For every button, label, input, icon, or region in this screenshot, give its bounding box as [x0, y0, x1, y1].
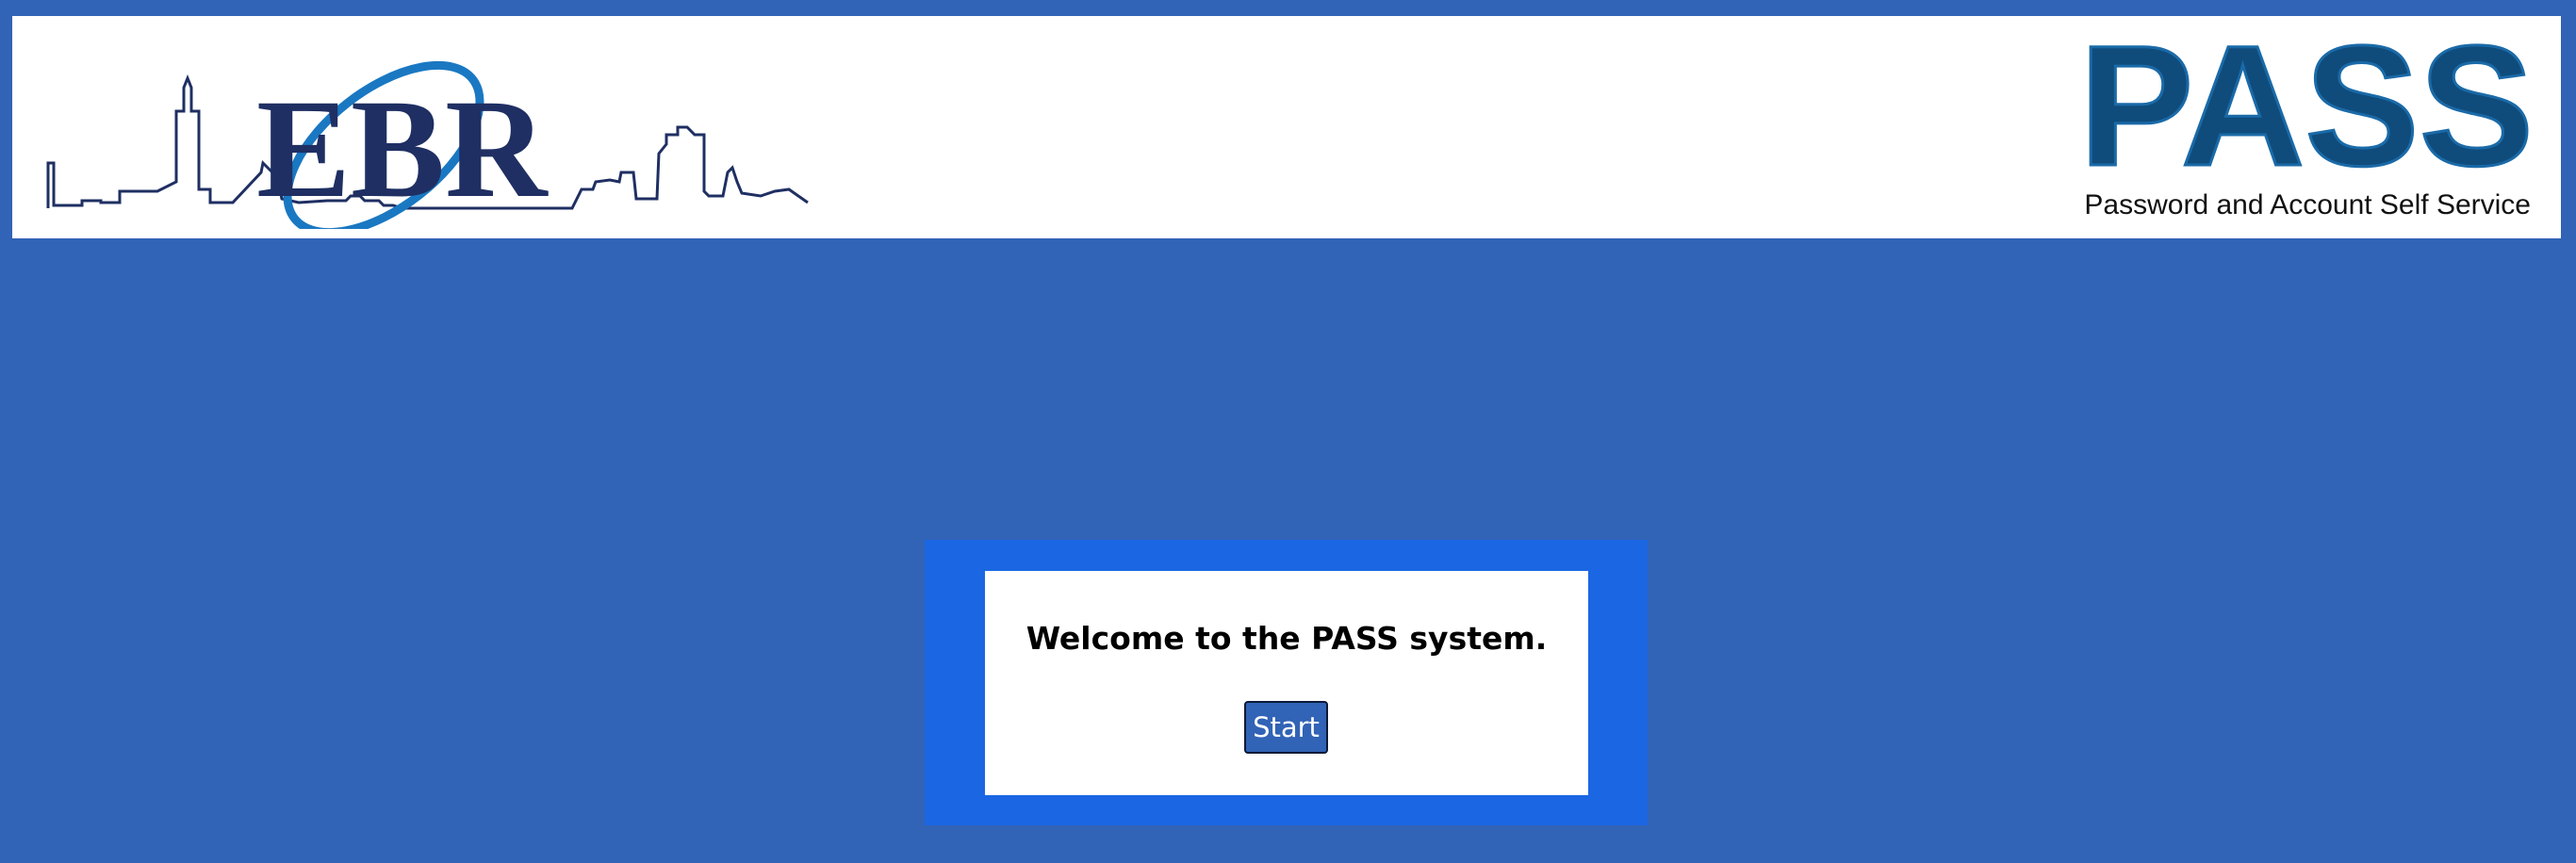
start-button[interactable]: Start: [1244, 701, 1328, 754]
welcome-message: Welcome to the PASS system.: [1025, 620, 1548, 657]
ebr-logo-text: EBR: [256, 71, 549, 227]
welcome-card: Welcome to the PASS system. Start: [985, 571, 1588, 795]
welcome-panel: Welcome to the PASS system. Start: [925, 540, 1648, 825]
pass-logo: PASS: [2080, 33, 2533, 174]
pass-tagline: Password and Account Self Service: [2084, 189, 2531, 220]
ebr-logo: EBR: [46, 60, 809, 229]
page-header: EBR PASS Password and Account Self Servi…: [12, 16, 2561, 238]
pass-logo-text: PASS: [2080, 33, 2533, 174]
